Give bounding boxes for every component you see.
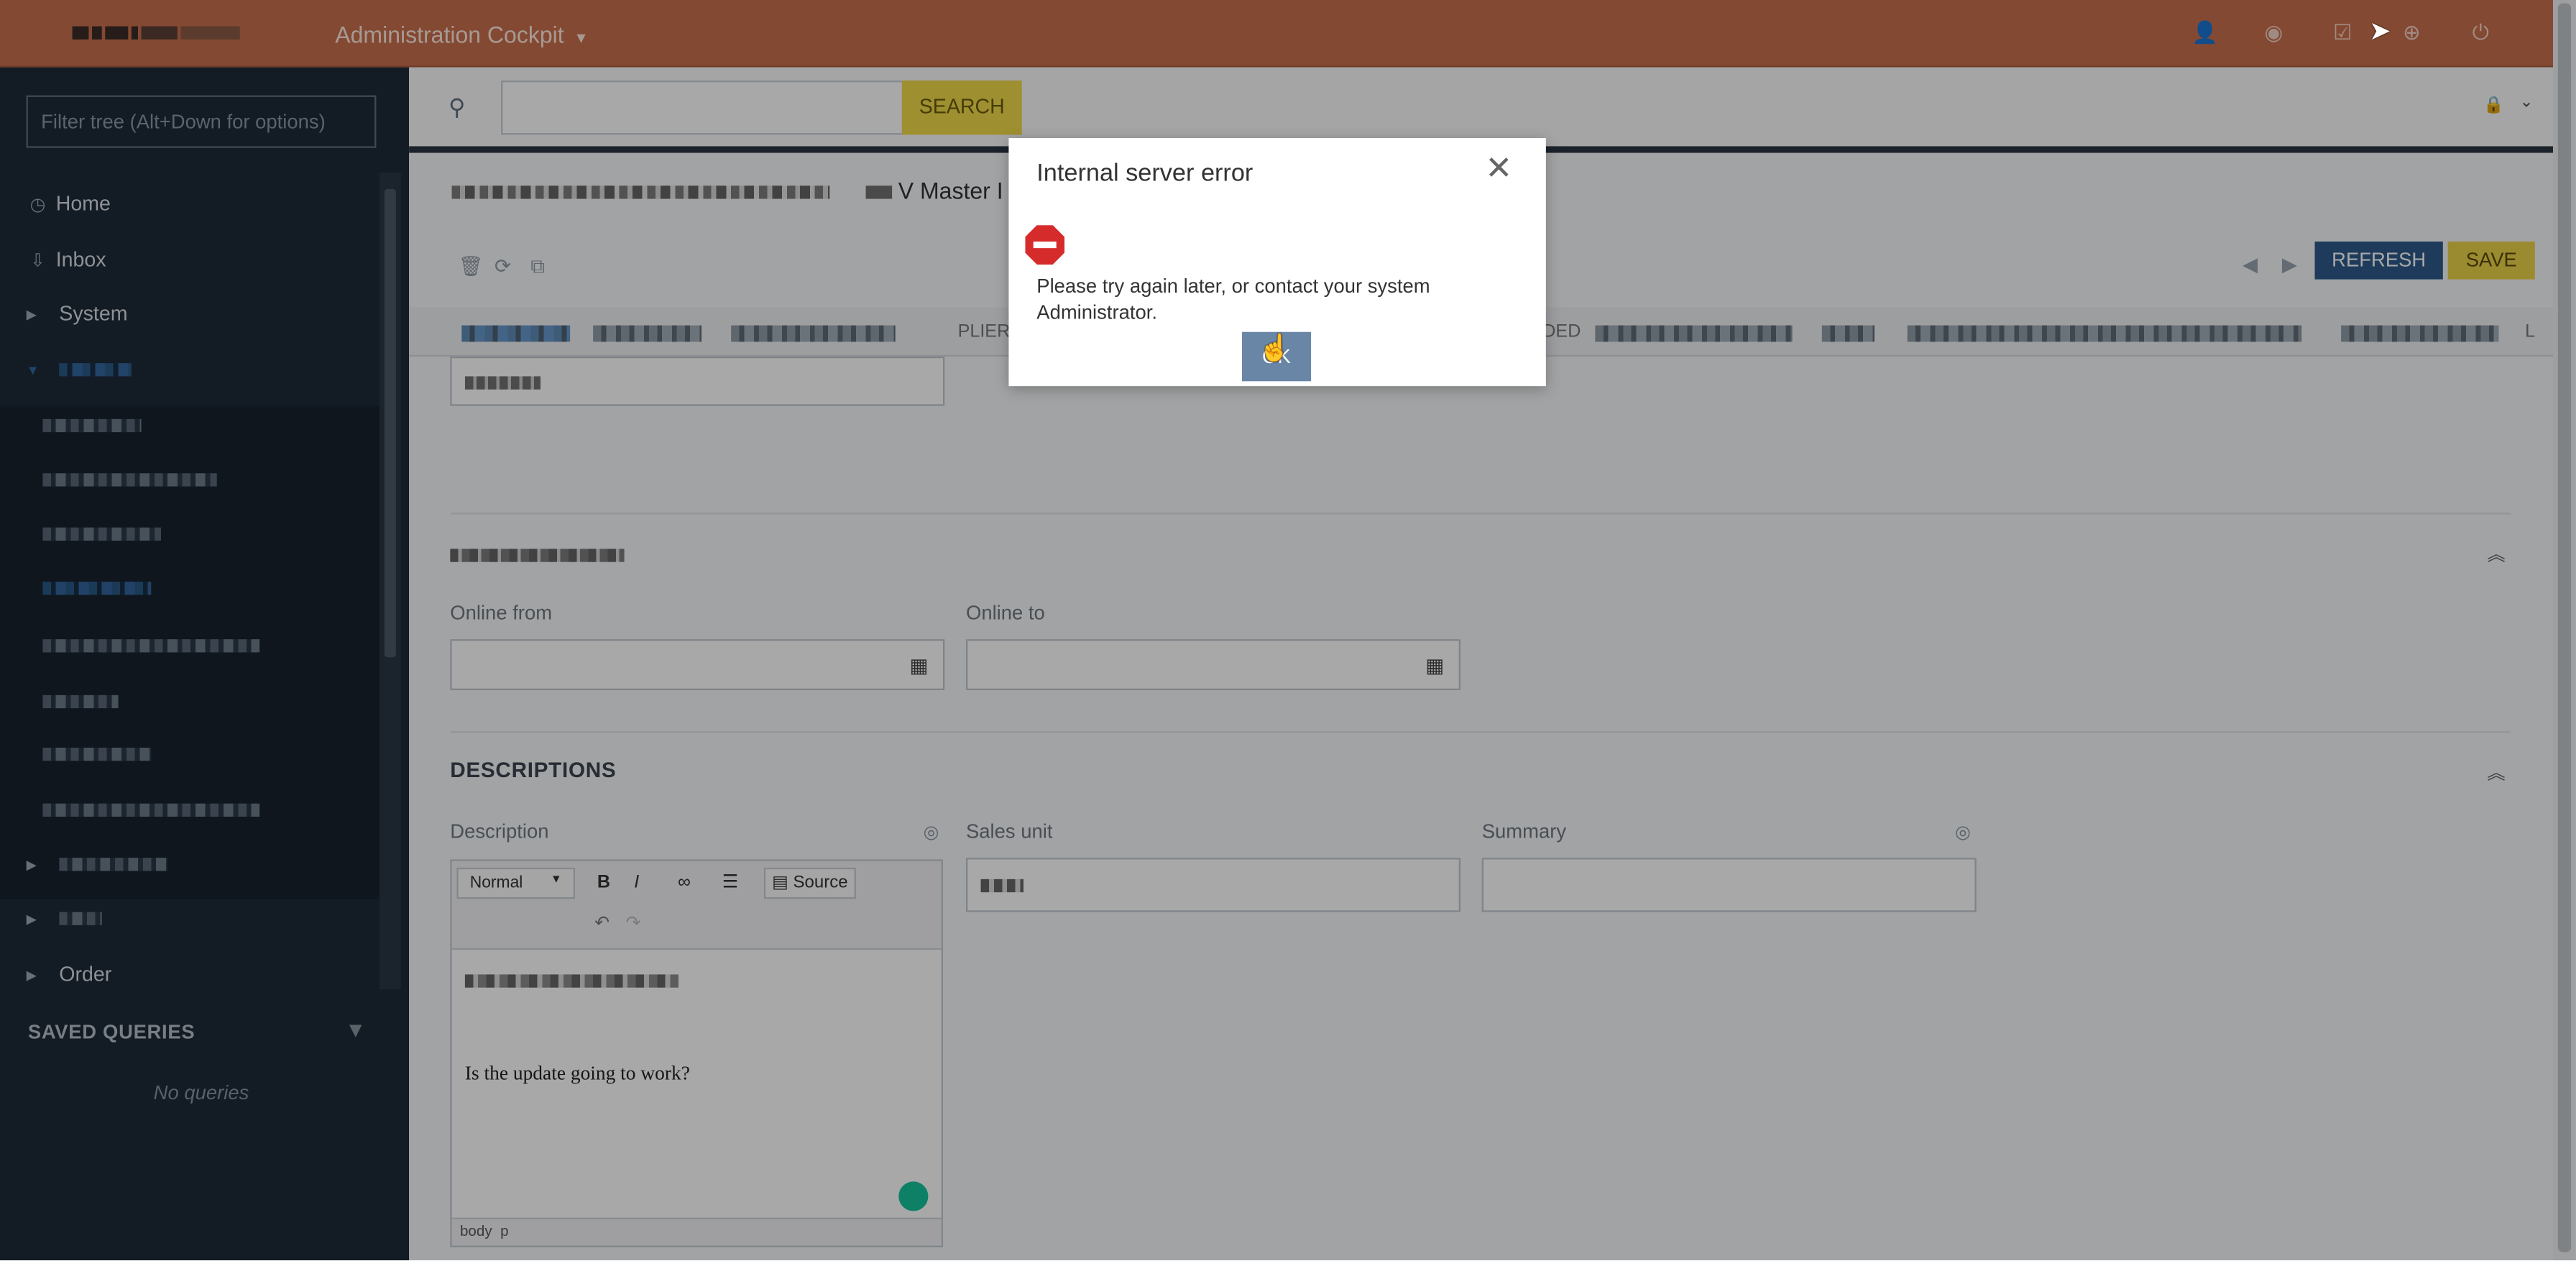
- pointer-cursor-icon: ➤: [2368, 18, 2391, 46]
- hand-cursor-icon: ☝: [1258, 335, 1292, 364]
- stop-icon: [1025, 225, 1065, 265]
- dialog-title: Internal server error: [1036, 159, 1254, 188]
- close-icon[interactable]: ✕: [1485, 153, 1512, 186]
- dialog-message: Please try again later, or contact your …: [1036, 274, 1430, 324]
- app-root: Administration Cockpit ▼ 👤 ◉ ☑ ⊕ ⏻ Filter…: [0, 0, 2576, 1261]
